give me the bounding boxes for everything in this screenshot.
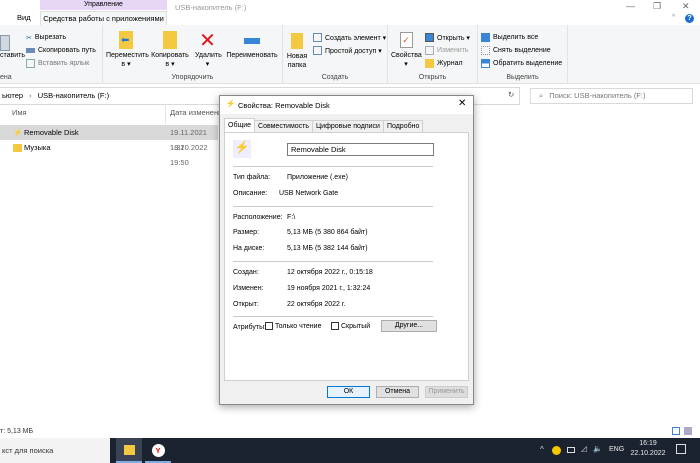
clipboard-group: ставить ✂ Вырезать Скопировать путь Встав… xyxy=(0,25,103,84)
history-icon xyxy=(425,59,434,68)
ribbon: ставить ✂ Вырезать Скопировать путь Встав… xyxy=(0,25,700,84)
history-button[interactable]: Журнал xyxy=(425,57,463,70)
explorer-taskbar-button[interactable] xyxy=(116,438,142,463)
folder-icon xyxy=(13,144,22,152)
copy-path-button[interactable]: Скопировать путь xyxy=(26,44,96,57)
dialog-close-button[interactable]: ✕ xyxy=(458,98,466,109)
usb-app-icon: ⚡ xyxy=(226,99,236,108)
organize-group: ⬅ Переместить в ▾ Копировать в ▾ ✕ Удалить ▾ … xyxy=(103,25,283,84)
file-row[interactable]: ⚡ Removable Disk 19.11.2021 1:32 xyxy=(0,125,218,152)
easy-access-button[interactable]: Простой доступ ▾ xyxy=(313,44,382,57)
breadcrumb-drive[interactable]: USB-накопитель (F:) xyxy=(38,91,109,100)
yandex-icon: Y xyxy=(151,444,165,457)
invert-selection-icon xyxy=(481,59,490,68)
language-indicator[interactable]: ENG xyxy=(609,446,624,453)
move-icon: ⬅ xyxy=(119,31,133,49)
new-item-button[interactable]: Создать элемент ▾ xyxy=(313,31,386,44)
new-item-icon xyxy=(313,33,322,42)
copy-to-button[interactable]: Копировать в ▾ xyxy=(150,31,190,69)
help-icon[interactable]: ? xyxy=(685,14,694,23)
tab-compatibility[interactable]: Совместимость xyxy=(254,120,313,132)
new-folder-button[interactable]: Новая папка xyxy=(286,33,308,70)
open-group: ✓ Свойства ▾ Открыть ▾ Изменить Журнал Отк… xyxy=(388,25,478,84)
copy-icon xyxy=(163,31,177,49)
file-row[interactable]: Музыка 18.10.2022 19:50 xyxy=(0,140,218,167)
paste-shortcut-button[interactable]: Вставить ярлык xyxy=(26,57,89,70)
context-tab-group: Управление xyxy=(40,0,167,10)
tray-app-icon[interactable] xyxy=(552,446,561,455)
tiles-view-icon[interactable] xyxy=(684,427,692,435)
clock[interactable]: 16:19 22.10.2022 xyxy=(630,440,666,457)
copy-path-icon xyxy=(26,48,35,53)
general-panel: ⚡ Removable Disk Тип файла: Приложение (… xyxy=(224,132,469,381)
tab-view[interactable]: Вид xyxy=(17,11,31,25)
details-view-icon[interactable] xyxy=(672,427,680,435)
edit-icon xyxy=(425,46,434,55)
create-group: Новая папка Создать элемент ▾ Простой дос… xyxy=(283,25,388,84)
tab-details[interactable]: Подробно xyxy=(382,120,424,132)
usb-app-icon: ⚡ xyxy=(13,128,23,137)
select-none-button[interactable]: Снять выделение xyxy=(481,44,551,57)
usb-app-icon: ⚡ xyxy=(233,140,251,158)
search-icon: ⌕ xyxy=(539,91,544,100)
column-name[interactable]: Имя xyxy=(12,108,27,117)
taskbar-search[interactable]: кст для поиска xyxy=(0,438,110,463)
shortcut-icon xyxy=(26,59,35,68)
window-title: USB-накопитель (F:) xyxy=(175,3,247,12)
other-attributes-button[interactable]: Другие... xyxy=(381,320,437,332)
minimize-button[interactable]: — xyxy=(626,1,635,11)
move-to-button[interactable]: ⬅ Переместить в ▾ xyxy=(106,31,149,69)
properties-icon: ✓ xyxy=(399,32,413,48)
refresh-icon[interactable]: ↻ xyxy=(508,90,514,99)
rename-button[interactable]: Переименовать xyxy=(223,31,281,60)
invert-selection-button[interactable]: Обратить выделение xyxy=(481,57,562,70)
maximize-button[interactable]: ❐ xyxy=(653,1,661,12)
tab-digital-signatures[interactable]: Цифровые подписи xyxy=(312,120,384,132)
column-date[interactable]: Дата изменения xyxy=(170,108,226,117)
tray-chevron-icon[interactable]: ^ xyxy=(540,445,544,454)
cancel-button[interactable]: Отмена xyxy=(376,386,419,398)
breadcrumb-separator: › xyxy=(29,91,32,100)
yandex-taskbar-button[interactable]: Y xyxy=(145,438,171,463)
paste-button[interactable]: ставить xyxy=(0,35,25,60)
status-text: т: 5,13 МБ xyxy=(0,428,34,435)
dialog-tabs: Общие Совместимость Цифровые подписи Под… xyxy=(224,118,424,132)
select-all-icon xyxy=(481,33,490,42)
collapse-ribbon-icon[interactable]: ^ xyxy=(672,14,675,21)
tab-general[interactable]: Общие xyxy=(224,118,256,132)
readonly-checkbox[interactable]: Только чтение xyxy=(265,322,321,330)
volume-icon[interactable]: 🔈 xyxy=(593,444,602,453)
folder-icon xyxy=(291,33,303,49)
tab-app-tools[interactable]: Средства работы с приложениями xyxy=(40,11,167,25)
cut-button[interactable]: ✂ Вырезать xyxy=(26,31,66,44)
open-button[interactable]: Открыть ▾ xyxy=(425,31,470,44)
search-input[interactable]: ⌕ Поиск: USB-накопитель (F:) xyxy=(530,88,693,104)
filename-input[interactable]: Removable Disk xyxy=(287,143,434,156)
edit-button[interactable]: Изменить xyxy=(425,44,469,57)
select-all-button[interactable]: Выделить все xyxy=(481,31,538,44)
properties-button[interactable]: ✓ Свойства ▾ xyxy=(391,32,422,69)
scissors-icon: ✂ xyxy=(26,34,32,42)
properties-dialog: ⚡ Свойства: Removable Disk ✕ Общие Совме… xyxy=(219,95,474,405)
dialog-titlebar: ⚡ Свойства: Removable Disk ✕ xyxy=(220,96,473,114)
easy-access-icon xyxy=(313,46,322,55)
select-group: Выделить все Снять выделение Обратить вы… xyxy=(478,25,568,84)
delete-icon: ✕ xyxy=(199,30,216,52)
folder-icon xyxy=(123,445,135,455)
notifications-icon[interactable] xyxy=(676,444,686,454)
hidden-checkbox[interactable]: Скрытый xyxy=(331,322,370,330)
rename-icon xyxy=(244,38,260,44)
battery-icon[interactable] xyxy=(567,447,575,453)
close-button[interactable]: ✕ xyxy=(682,1,690,12)
network-icon[interactable]: ◿ xyxy=(581,444,587,453)
delete-button[interactable]: ✕ Удалить ▾ xyxy=(195,30,222,69)
select-none-icon xyxy=(481,46,490,55)
taskbar: кст для поиска Y ^ ◿ 🔈 ENG 16:19 22.10.20… xyxy=(0,438,700,463)
ok-button[interactable]: ОК xyxy=(327,386,370,398)
open-icon xyxy=(425,33,434,42)
apply-button[interactable]: Применить xyxy=(425,386,468,398)
